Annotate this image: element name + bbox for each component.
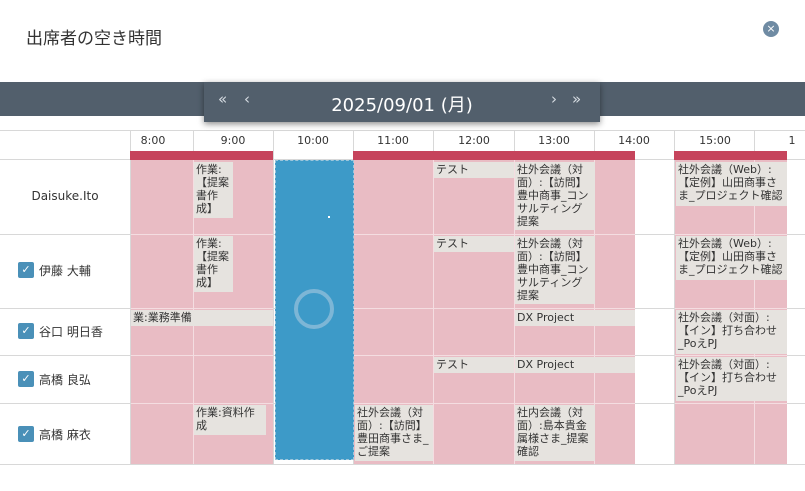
event-block[interactable]: 作業:【提案書作成】: [194, 236, 233, 292]
time-label: 15:00: [699, 134, 731, 147]
event-block[interactable]: テスト: [434, 236, 514, 252]
member-checkbox[interactable]: ✓: [18, 371, 34, 387]
member-name: 谷口 明日香: [39, 324, 103, 339]
event-block[interactable]: 社外会議（対面）:【訪問】豊中商事_コンサルティング提案: [515, 236, 595, 304]
event-block[interactable]: 作業:資料作成: [194, 405, 266, 435]
event-block[interactable]: 社外会議（Web）:【定例】山田商事さま_プロジェクト確認: [676, 236, 787, 280]
time-label: 1: [788, 134, 796, 147]
event-block[interactable]: DX Project: [515, 310, 635, 326]
grid-line: [354, 308, 635, 309]
busy-summary-bar: [674, 151, 787, 160]
grid-line: [433, 160, 434, 464]
close-icon[interactable]: ×: [763, 21, 779, 37]
time-label: 11:00: [377, 134, 409, 147]
selected-time-slot[interactable]: [275, 160, 354, 460]
prev-week-icon[interactable]: «: [218, 90, 227, 108]
next-week-icon[interactable]: »: [572, 90, 581, 108]
time-label: 14:00: [618, 134, 650, 147]
prev-day-icon[interactable]: ‹: [244, 90, 250, 108]
event-block[interactable]: DX Project: [515, 357, 635, 373]
member-row-label: ✓ 高橋 麻衣: [18, 425, 91, 443]
time-label: 8:00: [140, 134, 166, 147]
grid-line: [131, 355, 273, 356]
dialog-title: 出席者の空き時間: [26, 29, 162, 49]
grid-line: [675, 308, 787, 309]
loading-spinner-icon: [294, 289, 334, 329]
grid-line: [131, 234, 273, 235]
member-row-label: ✓ 高橋 良弘: [18, 370, 91, 388]
time-label: 10:00: [297, 134, 329, 147]
grid-line: [131, 403, 273, 404]
event-block[interactable]: テスト: [434, 162, 514, 178]
grid-line: [675, 403, 787, 404]
member-name: 伊藤 大輔: [39, 263, 91, 278]
busy-summary-bar: [130, 151, 273, 160]
grid-line: [675, 355, 787, 356]
event-block[interactable]: テスト: [434, 357, 514, 373]
event-block[interactable]: 社外会議（Web）:【定例】山田商事さま_プロジェクト確認: [676, 162, 787, 206]
member-checkbox[interactable]: ✓: [18, 426, 34, 442]
date-navigator: 2025/09/01 (月) « ‹ › »: [204, 82, 600, 122]
time-label: 13:00: [538, 134, 570, 147]
member-name: Daisuke.Ito: [31, 189, 99, 203]
grid-line: [675, 234, 787, 235]
current-date: 2025/09/01 (月): [331, 95, 473, 116]
cursor-dot: [328, 216, 330, 218]
grid-line: [131, 308, 273, 309]
member-row-label: ✓ 谷口 明日香: [18, 322, 103, 340]
time-label: 12:00: [458, 134, 490, 147]
member-row-label: ✓ 伊藤 大輔: [18, 261, 91, 279]
event-block[interactable]: 作業:【提案書作成】: [194, 162, 233, 218]
event-block[interactable]: 社外会議（対面）:【訪問】豊田商事さま_ご提案: [355, 405, 433, 461]
grid-line: [354, 355, 635, 356]
event-block[interactable]: 社内会議（対面）:島本貴金属様さま_提案確認: [515, 405, 595, 461]
time-label: 9:00: [220, 134, 246, 147]
event-block[interactable]: 社外会議（対面）:【訪問】豊中商事_コンサルティング提案: [515, 162, 595, 230]
event-block[interactable]: 社外会議（対面）:【イン】打ち合わせ_PoえPJ: [676, 310, 787, 354]
grid-line: [0, 464, 805, 465]
grid-line: [0, 130, 805, 131]
member-checkbox[interactable]: ✓: [18, 323, 34, 339]
member-checkbox[interactable]: ✓: [18, 262, 34, 278]
event-block[interactable]: 業:業務準備: [131, 310, 273, 326]
busy-summary-bar: [353, 151, 635, 160]
member-name: 高橋 麻衣: [39, 427, 91, 442]
grid-line: [354, 403, 635, 404]
availability-dialog: 出席者の空き時間 × 8:00 9:00 10:00 11:00 12:00 1…: [0, 0, 805, 491]
event-block[interactable]: 社外会議（対面）:【イン】打ち合わせ_PoえPJ: [676, 357, 787, 401]
member-name: 高橋 良弘: [39, 372, 91, 387]
grid-line: [273, 130, 274, 464]
grid-line: [354, 234, 635, 235]
next-day-icon[interactable]: ›: [551, 90, 557, 108]
